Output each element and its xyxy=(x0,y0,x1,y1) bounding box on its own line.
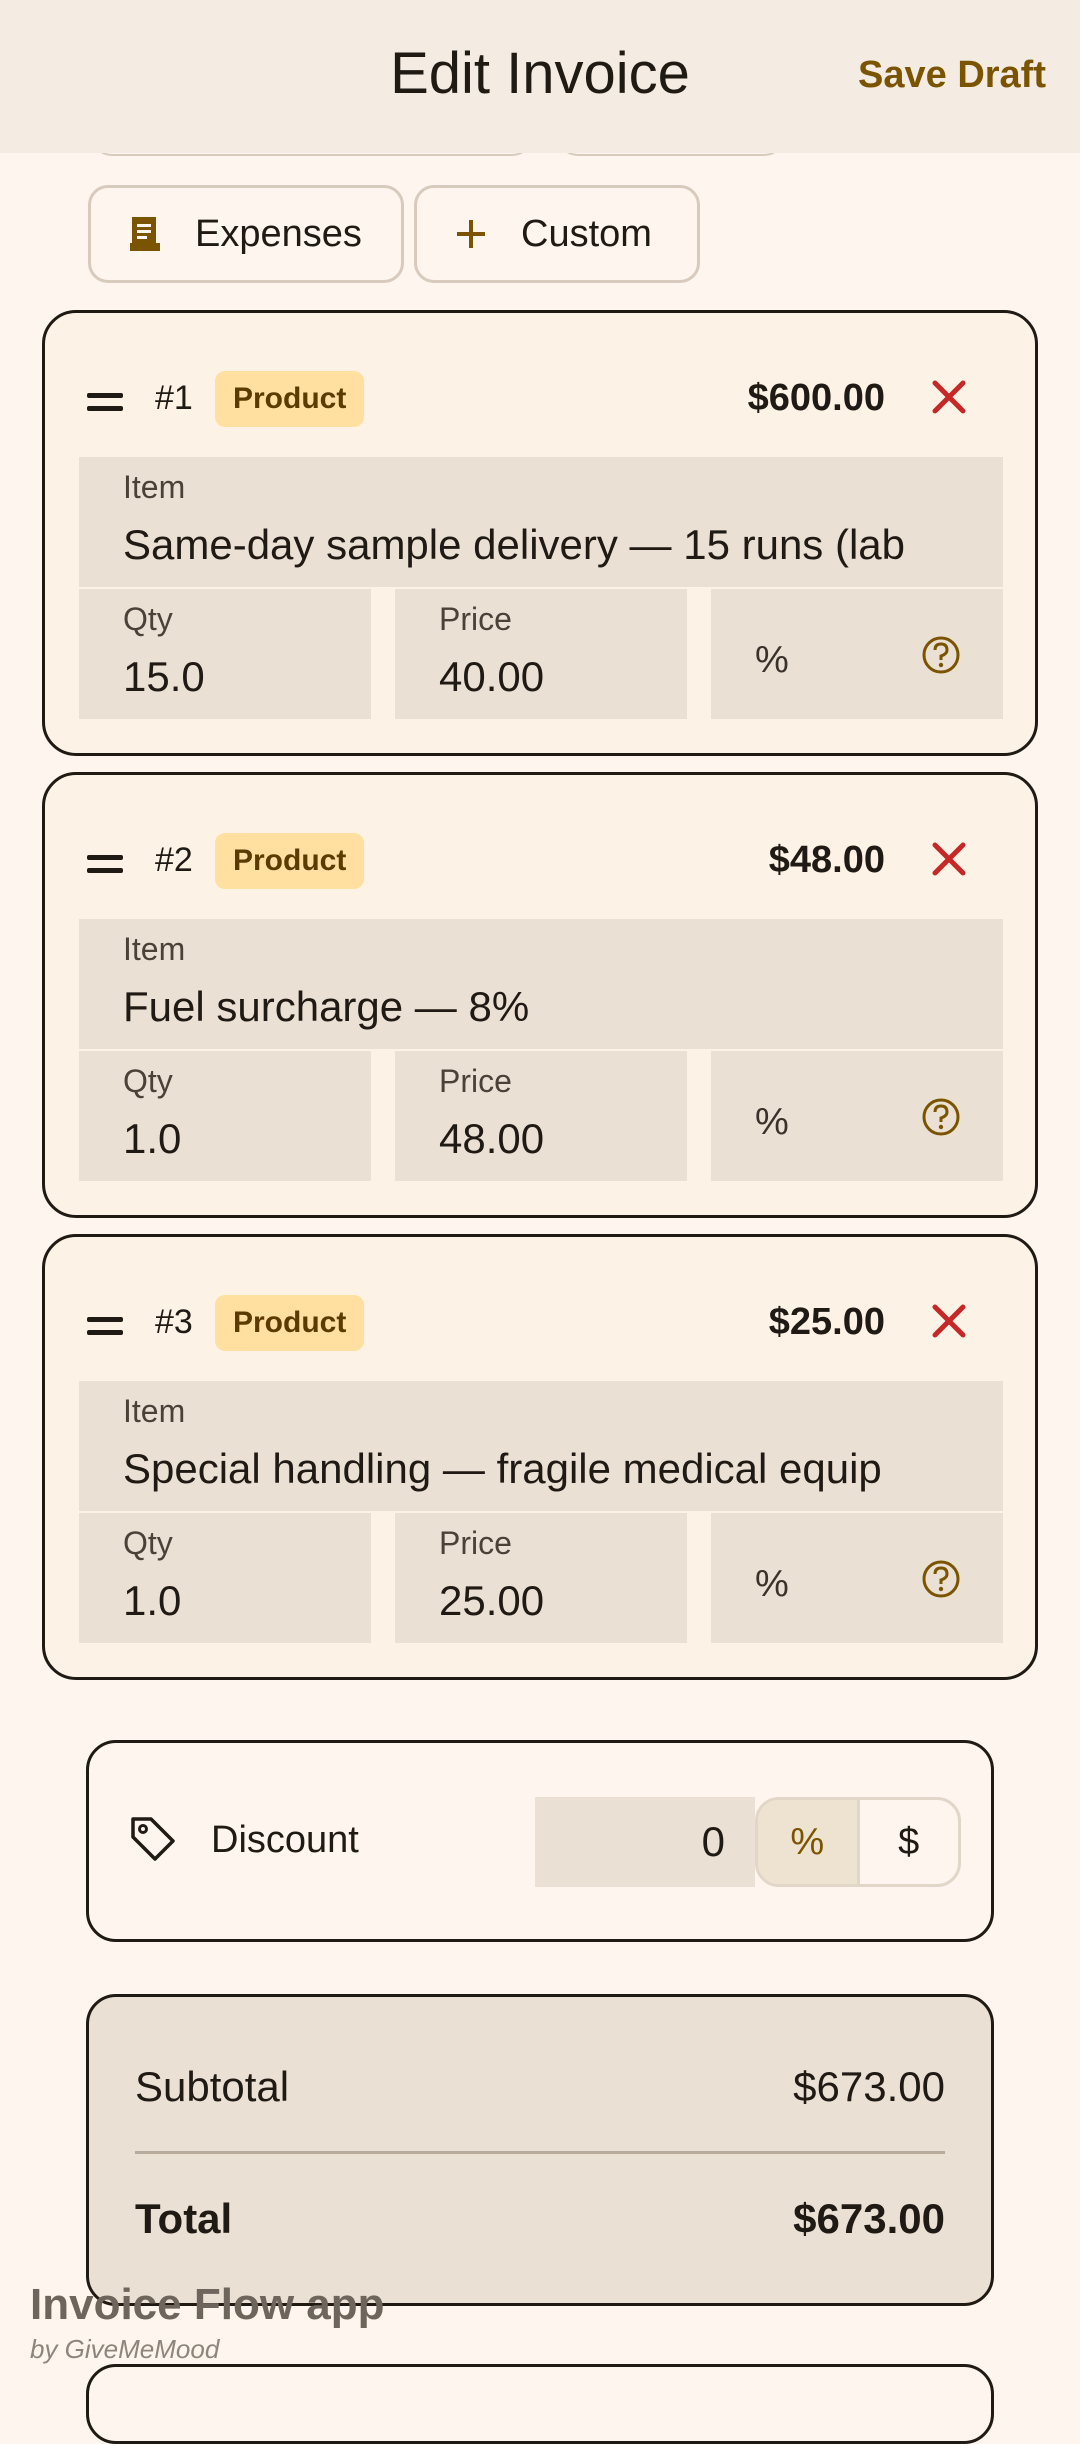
field-label: Qty xyxy=(123,601,173,637)
percent-label: % xyxy=(755,639,789,681)
field-value: 48.00 xyxy=(439,1115,545,1162)
percent-option[interactable]: % xyxy=(758,1800,860,1884)
type-badge: Product xyxy=(215,833,365,889)
drag-handle-icon[interactable] xyxy=(87,393,123,419)
drag-handle-icon[interactable] xyxy=(87,1317,123,1343)
app-bar: Edit Invoice Save Draft xyxy=(0,0,1080,153)
field-label: Qty xyxy=(123,1525,173,1561)
discount-label: Discount xyxy=(211,1819,359,1861)
plus-icon xyxy=(451,214,491,254)
item-description-field[interactable]: Item Fuel surcharge — 8% xyxy=(79,919,1003,1049)
field-label: Item xyxy=(123,931,186,967)
qty-field[interactable]: Qty 15.0 xyxy=(79,589,371,719)
brand-by: by GiveMeMood xyxy=(30,2334,220,2364)
price-field[interactable]: Price 25.00 xyxy=(395,1513,687,1643)
subtotal-value: $673.00 xyxy=(793,2063,945,2110)
custom-chip[interactable]: Custom xyxy=(414,185,700,283)
field-value: 1.0 xyxy=(123,1577,182,1624)
expenses-chip[interactable]: Expenses xyxy=(88,185,404,283)
help-icon[interactable] xyxy=(921,1559,961,1599)
total-label: Total xyxy=(135,2195,233,2242)
percent-label: % xyxy=(755,1563,789,1605)
dollar-option[interactable]: $ xyxy=(860,1800,959,1884)
line-item-card[interactable]: #2 Product $48.00 Item Fuel surcharge — … xyxy=(42,772,1038,1218)
help-icon[interactable] xyxy=(921,635,961,675)
type-badge: Product xyxy=(215,371,365,427)
field-value: Fuel surcharge — 8% xyxy=(123,983,530,1030)
qty-field[interactable]: Qty 1.0 xyxy=(79,1051,371,1181)
brand-name: Invoice Flow app xyxy=(30,2280,385,2329)
price-field[interactable]: Price 40.00 xyxy=(395,589,687,719)
subtotal-label: Subtotal xyxy=(135,2063,290,2110)
watermark: Invoice Flow app by GiveMeMood xyxy=(30,2280,385,2365)
field-label: Qty xyxy=(123,1063,173,1099)
type-badge: Product xyxy=(215,1295,365,1351)
discount-panel: Discount 0 % $ xyxy=(86,1740,994,1942)
tax-percent-field[interactable]: % xyxy=(711,1513,1003,1643)
item-number: #1 xyxy=(155,379,193,417)
line-item-card[interactable]: #3 Product $25.00 Item Special handling … xyxy=(42,1234,1038,1680)
field-value: 25.00 xyxy=(439,1577,545,1624)
tax-percent-field[interactable]: % xyxy=(711,1051,1003,1181)
divider xyxy=(135,2151,945,2154)
field-value: 15.0 xyxy=(123,653,205,700)
remove-item-icon[interactable] xyxy=(929,1301,969,1341)
field-label: Item xyxy=(123,1393,186,1429)
discount-type-toggle: % $ xyxy=(755,1797,961,1887)
line-amount: $25.00 xyxy=(768,1301,885,1343)
line-amount: $600.00 xyxy=(747,377,885,419)
field-value: 40.00 xyxy=(439,653,545,700)
item-number: #2 xyxy=(155,841,193,879)
remove-item-icon[interactable] xyxy=(929,377,969,417)
tax-percent-field[interactable]: % xyxy=(711,589,1003,719)
discount-input[interactable]: 0 xyxy=(535,1797,755,1887)
field-value: Same-day sample delivery — 15 runs (lab xyxy=(123,521,906,568)
price-field[interactable]: Price 48.00 xyxy=(395,1051,687,1181)
field-value: 1.0 xyxy=(123,1115,182,1162)
item-description-field[interactable]: Item Same-day sample delivery — 15 runs … xyxy=(79,457,1003,587)
line-amount: $48.00 xyxy=(768,839,885,881)
field-label: Price xyxy=(439,1063,512,1099)
line-item-card[interactable]: #1 Product $600.00 Item Same-day sample … xyxy=(42,310,1038,756)
totals-panel: Subtotal $673.00 Total $673.00 xyxy=(86,1994,994,2306)
remove-item-icon[interactable] xyxy=(929,839,969,879)
item-description-field[interactable]: Item Special handling — fragile medical … xyxy=(79,1381,1003,1511)
receipt-icon xyxy=(125,214,165,254)
next-section-card xyxy=(86,2364,994,2444)
help-icon[interactable] xyxy=(921,1097,961,1137)
percent-label: % xyxy=(755,1101,789,1143)
qty-field[interactable]: Qty 1.0 xyxy=(79,1513,371,1643)
item-number: #3 xyxy=(155,1303,193,1341)
field-label: Item xyxy=(123,469,186,505)
total-value: $673.00 xyxy=(793,2195,945,2242)
chip-label: Custom xyxy=(521,212,652,255)
save-draft-button[interactable]: Save Draft xyxy=(858,54,1046,97)
drag-handle-icon[interactable] xyxy=(87,855,123,881)
field-label: Price xyxy=(439,1525,512,1561)
field-label: Price xyxy=(439,601,512,637)
tag-icon xyxy=(131,1817,175,1861)
chip-label: Expenses xyxy=(195,212,362,255)
field-value: Special handling — fragile medical equip xyxy=(123,1445,882,1492)
